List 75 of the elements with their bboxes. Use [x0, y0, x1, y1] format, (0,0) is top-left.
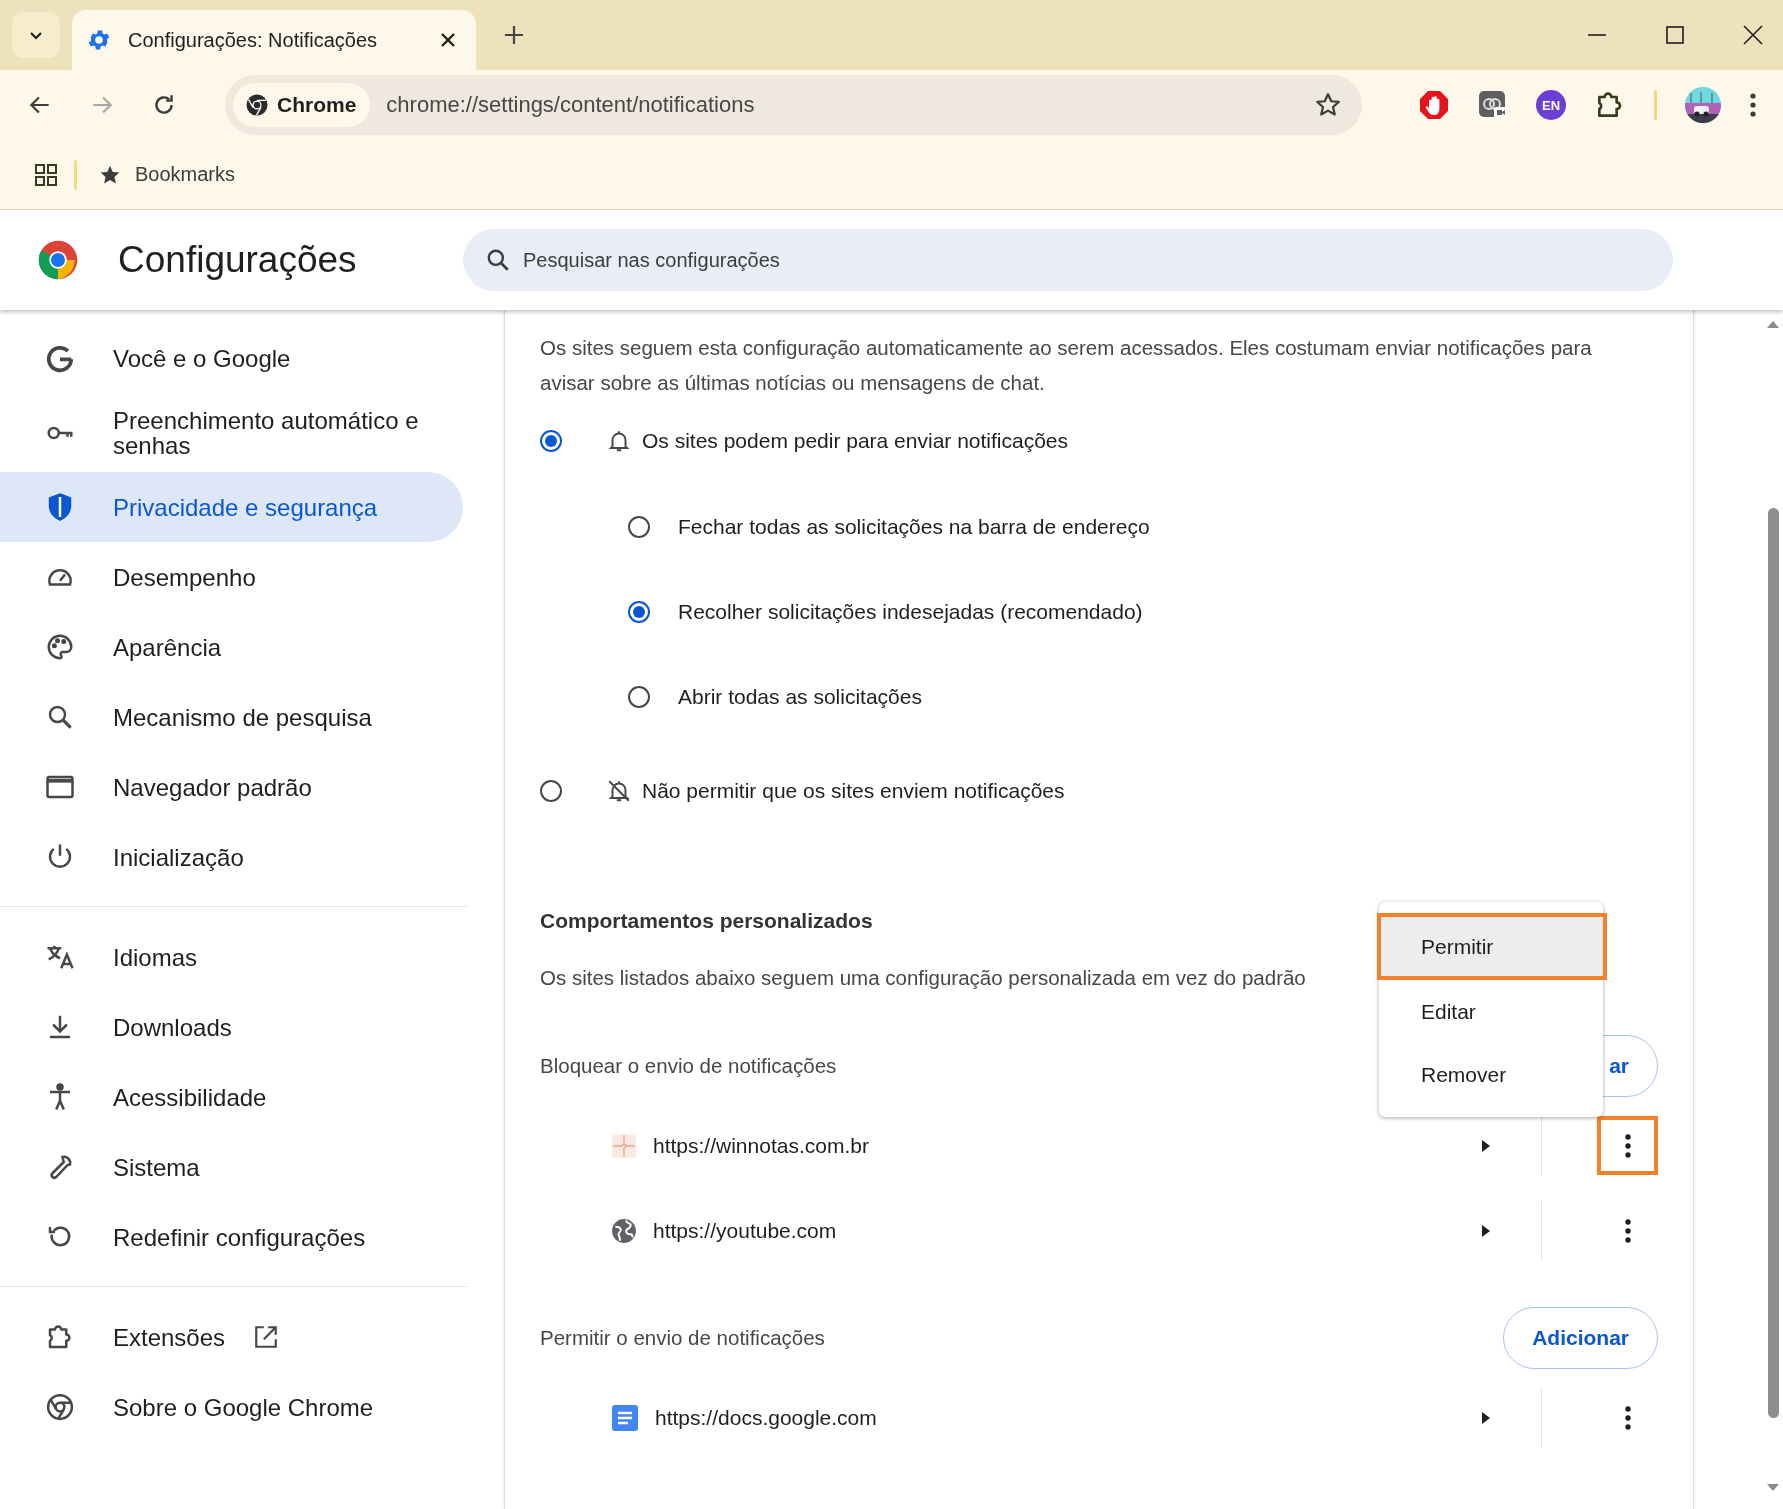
more-icon: [1623, 1404, 1632, 1431]
sidebar-item[interactable]: Extensões: [0, 1302, 463, 1373]
scroll-up-icon[interactable]: [1767, 320, 1779, 328]
site-chip[interactable]: Chrome: [233, 83, 371, 127]
menu-item[interactable]: Editar: [1377, 980, 1607, 1043]
site-row[interactable]: https://winnotas.com.br: [540, 1103, 1658, 1188]
radio-option[interactable]: Não permitir que os sites enviem notificações: [540, 756, 1658, 826]
chrome-logo-icon: [37, 239, 79, 281]
radio-option[interactable]: Os sites podem pedir para enviar notificações: [540, 406, 1658, 476]
star-icon[interactable]: [1314, 91, 1342, 119]
menu-item[interactable]: Permitir: [1377, 913, 1607, 980]
sidebar-item[interactable]: Mecanismo de pesquisa: [0, 682, 463, 753]
scroll-down-icon[interactable]: [1767, 1484, 1779, 1492]
sidebar-item[interactable]: Sobre o Google Chrome: [0, 1372, 463, 1443]
close-icon[interactable]: [440, 32, 456, 48]
google-icon: [45, 344, 75, 374]
radio-button[interactable]: [628, 600, 650, 623]
new-tab-icon[interactable]: [504, 25, 524, 45]
sidebar-item[interactable]: Idiomas: [0, 922, 463, 993]
external-link-icon: [253, 1324, 280, 1351]
sidebar-item[interactable]: Sistema: [0, 1132, 463, 1203]
radio-option[interactable]: Abrir todas as solicitações: [540, 654, 1658, 739]
maximize-icon[interactable]: [1665, 25, 1685, 45]
globe-icon: [611, 1217, 637, 1244]
sidebar-item[interactable]: Inicialização: [0, 822, 463, 893]
browser-tab[interactable]: Configurações: Notificações: [72, 10, 476, 70]
chrome-icon: [45, 1392, 75, 1423]
radio-button[interactable]: [628, 515, 650, 538]
site-row[interactable]: https://docs.google.com: [540, 1375, 1658, 1460]
extension-icon[interactable]: [1478, 90, 1508, 120]
stop-hand-icon[interactable]: [1418, 89, 1450, 121]
caret-icon[interactable]: [1481, 1138, 1491, 1153]
more-icon: [1623, 1217, 1632, 1244]
sidebar-item[interactable]: Redefinir configurações: [0, 1202, 463, 1273]
add-button[interactable]: Adicionar: [1503, 1307, 1658, 1369]
bell-icon: [606, 428, 632, 454]
site-row[interactable]: https://youtube.com: [540, 1188, 1658, 1273]
more-menu-icon[interactable]: [1749, 92, 1757, 118]
page-title: Configurações: [118, 239, 358, 281]
tab-title: Configurações: Notificações: [128, 28, 378, 52]
scrollbar-thumb[interactable]: [1767, 508, 1779, 1418]
apps-icon[interactable]: [34, 162, 58, 187]
bookmarks-folder[interactable]: Bookmarks: [99, 163, 236, 186]
sidebar-item[interactable]: Downloads: [0, 992, 463, 1063]
radio-option[interactable]: Recolher solicitações indesejadas (recomendado): [540, 569, 1658, 654]
menu-item[interactable]: Remover: [1377, 1043, 1607, 1106]
document-icon: [611, 1403, 639, 1432]
sidebar-item[interactable]: Privacidade e segurança: [0, 472, 463, 543]
address-bar[interactable]: Chrome chrome://settings/content/notifications: [225, 75, 1362, 135]
caret-icon[interactable]: [1481, 1410, 1491, 1425]
puzzle-icon: [611, 1132, 637, 1159]
section-description: Os sites listados abaixo seguem uma configuração personalizada em vez do padrão: [540, 965, 1307, 991]
sidebar-item[interactable]: Aparência: [0, 612, 463, 683]
url-text: chrome://settings/content/notifications: [386, 92, 756, 118]
search-field[interactable]: Pesquisar nas configurações: [463, 229, 1673, 291]
radio-button[interactable]: [628, 685, 650, 708]
sidebar-item[interactable]: Navegador padrão: [0, 752, 463, 823]
sidebar-item[interactable]: Desempenho: [0, 542, 463, 613]
list-heading: Bloquear o envio de notificações: [540, 1054, 837, 1078]
sidebar-item[interactable]: Você e o Google: [0, 324, 463, 394]
radio-button[interactable]: [540, 430, 562, 452]
radio-button[interactable]: [540, 780, 562, 802]
list-heading: Permitir o envio de notificações: [540, 1326, 825, 1350]
radio-option[interactable]: Fechar todas as solicitações na barra de endereço: [540, 484, 1658, 569]
bell-off-icon: [606, 778, 632, 804]
sidebar-item[interactable]: Acessibilidade: [0, 1062, 463, 1133]
chrome-icon: [245, 93, 269, 117]
close-icon[interactable]: [1743, 25, 1763, 45]
more-actions-button[interactable]: [1597, 1116, 1658, 1175]
sidebar-item[interactable]: Preenchimento automático e senhas: [0, 394, 463, 473]
more-icon: [1623, 1132, 1632, 1159]
description-text: Os sites seguem esta configuração automaticamente ao serem acessados. Eles costumam enviar notificações para avisar sobre as últimas notícias ou mensagens de chat.: [540, 335, 1593, 396]
language-badge[interactable]: EN: [1536, 90, 1566, 120]
section-heading: Comportamentos personalizados: [540, 908, 874, 934]
caret-icon[interactable]: [1481, 1223, 1491, 1238]
